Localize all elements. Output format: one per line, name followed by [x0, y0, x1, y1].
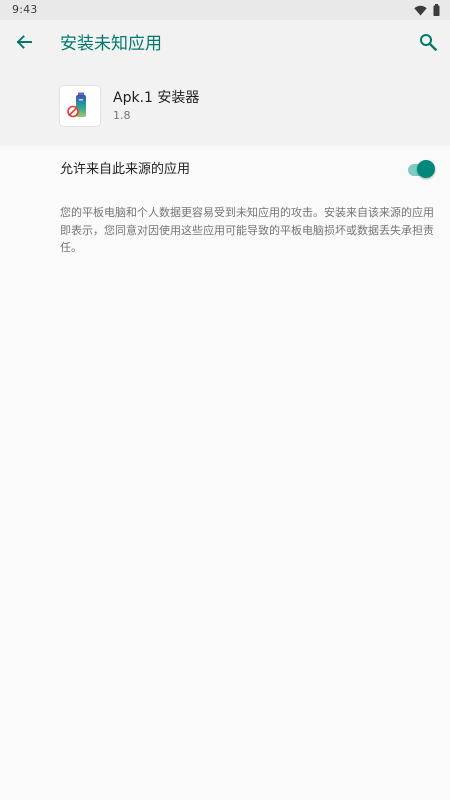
wifi-icon	[414, 1, 427, 20]
back-button[interactable]	[10, 30, 38, 58]
arrow-back-icon	[15, 33, 33, 55]
battery-icon	[433, 1, 440, 20]
status-bar: 9:43	[0, 0, 450, 20]
setting-label: 允许来自此来源的应用	[60, 162, 191, 177]
app-icon	[60, 86, 100, 126]
app-name: Apk.1 安装器	[113, 90, 200, 106]
allow-unknown-source-row[interactable]: 允许来自此来源的应用	[0, 146, 450, 192]
search-icon	[419, 33, 438, 55]
app-bar: 安装未知应用	[0, 20, 450, 68]
status-icons	[414, 3, 440, 16]
allow-unknown-source-toggle[interactable]	[406, 160, 436, 180]
search-button[interactable]	[414, 30, 442, 58]
status-time: 9:43	[12, 3, 38, 16]
toggle-thumb	[417, 160, 435, 178]
security-warning-text: 您的平板电脑和个人数据更容易受到未知应用的攻击。安装来自该来源的应用即表示，您同…	[60, 206, 434, 254]
page-title: 安装未知应用	[60, 34, 162, 54]
app-info-header: Apk.1 安装器 1.8	[0, 68, 450, 146]
app-version: 1.8	[113, 109, 131, 122]
